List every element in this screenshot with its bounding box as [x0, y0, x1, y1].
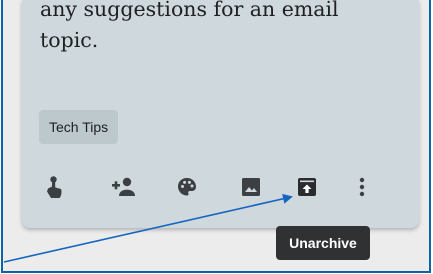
person-add-icon [112, 177, 135, 196]
remind-me-button[interactable] [38, 172, 68, 202]
palette-icon [178, 178, 196, 196]
more-options-button[interactable] [347, 172, 377, 202]
note-card[interactable]: any suggestions for an email topic. Tech… [22, 0, 419, 228]
note-body: any suggestions for an email topic. [40, 0, 400, 56]
hand-pointer-bell-icon [47, 176, 62, 198]
collaborator-button[interactable] [108, 172, 138, 202]
screenshot-frame: any suggestions for an email topic. Tech… [1, 0, 431, 273]
note-text-line-1: any suggestions for an email [40, 0, 339, 21]
unarchive-icon [298, 178, 316, 196]
unarchive-button[interactable] [292, 172, 322, 202]
add-image-button[interactable] [236, 172, 266, 202]
unarchive-tooltip: Unarchive [276, 226, 370, 260]
label-chip[interactable]: Tech Tips [39, 110, 119, 144]
background-options-button[interactable] [172, 172, 202, 202]
image-icon [242, 178, 260, 196]
more-vert-icon [359, 177, 365, 197]
note-text-line-2: topic. [40, 28, 99, 52]
note-toolbar [22, 172, 419, 202]
